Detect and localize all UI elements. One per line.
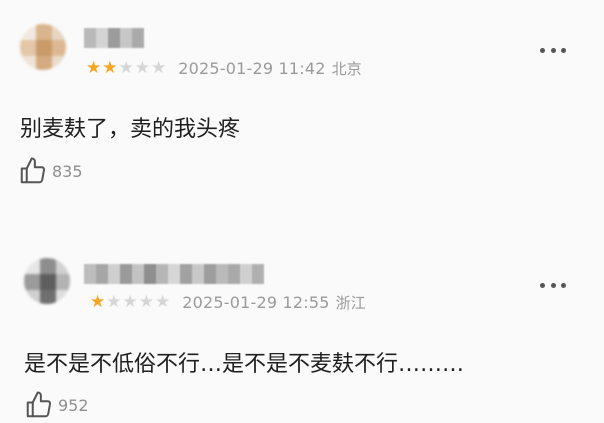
dot-icon [550, 282, 556, 288]
star-icon: ★ [134, 58, 150, 78]
thumbs-up-icon [20, 157, 46, 184]
timestamp: 2025-01-29 11:42 [178, 58, 326, 78]
star-icon: ★ [90, 292, 106, 312]
location: 浙江 [335, 293, 366, 312]
star-icon: ★ [102, 58, 118, 78]
comment-text: 别麦麸了，卖的我头疼 [20, 117, 241, 142]
comment-text: 是不是不低俗不行…是不是不麦麸不行……… [24, 352, 465, 377]
username-redacted[interactable] [84, 28, 144, 48]
location: 北京 [331, 59, 362, 78]
dot-icon [540, 47, 545, 53]
star-icon: ★ [106, 292, 122, 312]
dot-icon [561, 282, 566, 288]
star-icon: ★ [155, 292, 171, 312]
dot-icon [561, 47, 566, 53]
timestamp: 2025-01-29 12:55 [182, 292, 330, 312]
like-count: 835 [52, 161, 83, 181]
like-button[interactable]: 835 [18, 156, 83, 186]
avatar[interactable] [20, 24, 66, 70]
rating-stars: ★ ★ ★ ★ ★ [86, 58, 166, 78]
more-options-button[interactable] [540, 45, 566, 55]
more-options-button[interactable] [540, 280, 566, 290]
star-icon: ★ [86, 58, 102, 78]
comment-meta: ★ ★ ★ ★ ★ 2025-01-29 12:55 浙江 [90, 292, 366, 312]
star-icon: ★ [122, 292, 138, 312]
star-icon: ★ [118, 58, 134, 78]
dot-icon [540, 282, 545, 288]
comment-meta: ★ ★ ★ ★ ★ 2025-01-29 11:42 北京 [86, 58, 362, 78]
like-button[interactable]: 952 [24, 390, 89, 420]
rating-stars: ★ ★ ★ ★ ★ [90, 292, 170, 312]
username-redacted[interactable] [84, 264, 264, 284]
avatar[interactable] [24, 258, 70, 304]
like-count: 952 [58, 395, 89, 415]
dot-icon [550, 47, 556, 53]
star-icon: ★ [138, 292, 154, 312]
thumbs-up-icon [26, 391, 52, 418]
star-icon: ★ [151, 58, 167, 78]
